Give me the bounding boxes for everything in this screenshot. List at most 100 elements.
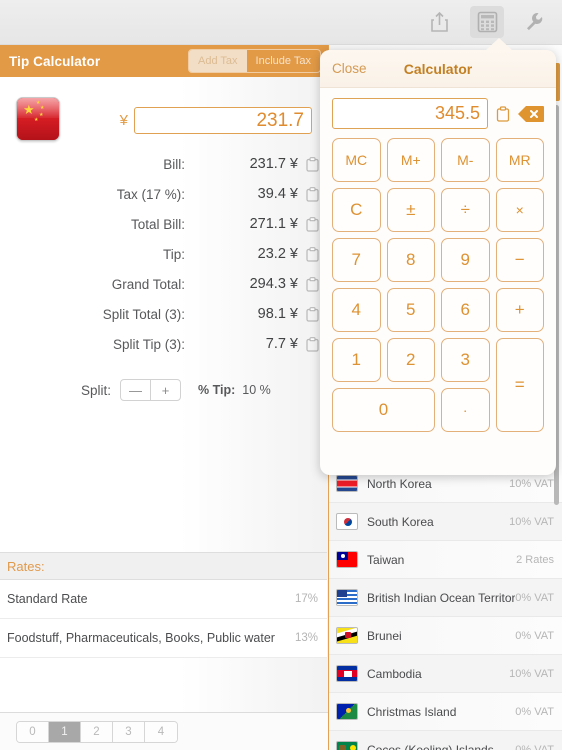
- key-memory-clear[interactable]: MC: [332, 138, 381, 182]
- rate-name: Foodstuff, Pharmaceuticals, Books, Publi…: [7, 631, 275, 645]
- calculator-icon: [477, 11, 498, 33]
- key-memory-subtract[interactable]: M-: [441, 138, 490, 182]
- row-label: Split Total (3):: [102, 306, 185, 322]
- key-digit-3[interactable]: 3: [441, 338, 490, 382]
- close-button[interactable]: Close: [332, 61, 367, 76]
- key-digit-1[interactable]: 1: [332, 338, 381, 382]
- split-controls-row: Split: — + % Tip: 10 %: [0, 379, 328, 401]
- clipboard-icon[interactable]: [306, 246, 319, 262]
- split-stepper[interactable]: — +: [120, 379, 181, 401]
- key-digit-2[interactable]: 2: [386, 338, 435, 382]
- list-item[interactable]: Christmas Island 0% VAT: [329, 693, 562, 731]
- calculator-body: 345.5 MC M+ M- MR C ± ÷ × 7 8 9 − 4 5 6 …: [320, 88, 556, 432]
- key-memory-recall[interactable]: MR: [495, 138, 544, 182]
- row-label: Tip:: [162, 246, 185, 262]
- country-vat: 2 Rates: [516, 553, 554, 566]
- list-item[interactable]: Standard Rate 17%: [0, 580, 327, 619]
- segment-4[interactable]: 4: [145, 721, 177, 742]
- segment-0[interactable]: 0: [17, 721, 49, 742]
- key-equals[interactable]: =: [495, 338, 544, 432]
- settings-button[interactable]: [518, 6, 552, 38]
- list-item[interactable]: Brunei 0% VAT: [329, 617, 562, 655]
- clipboard-icon[interactable]: [306, 306, 319, 322]
- list-item[interactable]: Cocos (Keeling) Islands 0% VAT: [329, 731, 562, 750]
- tax-mode-add-tax[interactable]: Add Tax: [188, 50, 247, 72]
- key-decimal-point[interactable]: ·: [441, 388, 490, 432]
- biot-flag-icon: [336, 589, 358, 606]
- key-digit-7[interactable]: 7: [332, 238, 381, 282]
- segment-1[interactable]: 1: [49, 721, 81, 742]
- key-add[interactable]: +: [495, 288, 544, 332]
- list-item[interactable]: British Indian Ocean Territory 0% VAT: [329, 579, 562, 617]
- segment-2[interactable]: 2: [81, 721, 113, 742]
- row-value: 294.3 ¥: [249, 276, 298, 292]
- row-label: Total Bill:: [130, 216, 185, 232]
- country-vat: 10% VAT: [509, 477, 554, 490]
- key-memory-add[interactable]: M+: [386, 138, 435, 182]
- split-decrement-button[interactable]: —: [121, 380, 150, 400]
- row-value: 39.4 ¥: [257, 186, 298, 202]
- wrench-icon: [524, 11, 546, 33]
- key-sign-toggle[interactable]: ±: [386, 188, 435, 232]
- key-divide[interactable]: ÷: [441, 188, 490, 232]
- clipboard-icon[interactable]: [306, 216, 319, 232]
- calculator-display[interactable]: 345.5: [332, 98, 488, 129]
- clipboard-icon[interactable]: [496, 105, 510, 122]
- taiwan-flag-icon: [336, 551, 358, 568]
- country-vat: 0% VAT: [515, 629, 554, 642]
- list-item[interactable]: South Korea 10% VAT: [329, 503, 562, 541]
- key-digit-6[interactable]: 6: [441, 288, 490, 332]
- backspace-button[interactable]: [518, 105, 544, 123]
- bill-amount-input[interactable]: 231.7: [134, 107, 312, 134]
- country-vat: 0% VAT: [515, 705, 554, 718]
- bottom-bar: 0 1 2 3 4: [0, 712, 328, 750]
- tip-percent-label: % Tip:: [198, 383, 236, 397]
- table-row: Split Tip (3): 7.7 ¥: [0, 329, 328, 359]
- share-button[interactable]: [422, 6, 456, 38]
- table-row: Bill: 231.7 ¥: [0, 149, 328, 179]
- calculator-keypad: MC M+ M- MR C ± ÷ × 7 8 9 − 4 5 6 + 1 2 …: [332, 138, 544, 432]
- tip-percent-value[interactable]: 10 %: [242, 383, 271, 397]
- row-label: Bill:: [163, 156, 185, 172]
- row-value: 98.1 ¥: [257, 306, 298, 322]
- key-digit-4[interactable]: 4: [332, 288, 381, 332]
- country-name: Cocos (Keeling) Islands: [367, 742, 494, 750]
- clipboard-icon[interactable]: [306, 156, 319, 172]
- row-value: 7.7 ¥: [265, 336, 298, 352]
- calculator-popover: Close Calculator 345.5 MC M+ M- MR C ± ÷…: [320, 50, 556, 475]
- calculator-display-row: 345.5: [332, 98, 544, 129]
- page-title: Tip Calculator: [9, 53, 101, 69]
- tax-mode-include-tax[interactable]: Include Tax: [247, 50, 320, 72]
- row-label: Split Tip (3):: [112, 336, 185, 352]
- key-multiply[interactable]: ×: [495, 188, 544, 232]
- brunei-flag-icon: [336, 627, 358, 644]
- clipboard-icon[interactable]: [306, 336, 319, 352]
- list-item[interactable]: Taiwan 2 Rates: [329, 541, 562, 579]
- tax-mode-segmented-control[interactable]: Add Tax Include Tax: [187, 49, 321, 73]
- country-name: Taiwan: [367, 552, 405, 567]
- row-label: Grand Total:: [111, 276, 185, 292]
- country-name: South Korea: [367, 514, 434, 529]
- rates-section: Rates: Standard Rate 17% Foodstuff, Phar…: [0, 552, 327, 658]
- rates-header-label: Rates:: [7, 558, 45, 574]
- row-label: Tax (17 %):: [116, 186, 185, 202]
- country-name: Brunei: [367, 628, 402, 643]
- decimal-places-segmented-control[interactable]: 0 1 2 3 4: [16, 720, 178, 743]
- key-subtract[interactable]: −: [495, 238, 544, 282]
- split-increment-button[interactable]: +: [151, 380, 180, 400]
- rate-percent: 17%: [294, 593, 318, 605]
- segment-3[interactable]: 3: [113, 721, 145, 742]
- key-digit-8[interactable]: 8: [386, 238, 435, 282]
- list-item[interactable]: Foodstuff, Pharmaceuticals, Books, Publi…: [0, 619, 327, 658]
- key-digit-0[interactable]: 0: [332, 388, 435, 432]
- clipboard-icon[interactable]: [306, 276, 319, 292]
- tip-calculator-header: Tip Calculator Add Tax Include Tax: [0, 45, 328, 77]
- table-row: Tip: 23.2 ¥: [0, 239, 328, 269]
- key-clear[interactable]: C: [332, 188, 381, 232]
- clipboard-icon[interactable]: [306, 186, 319, 202]
- calculator-button[interactable]: [470, 6, 504, 38]
- key-digit-5[interactable]: 5: [386, 288, 435, 332]
- list-item[interactable]: Cambodia 10% VAT: [329, 655, 562, 693]
- key-digit-9[interactable]: 9: [441, 238, 490, 282]
- country-name: Christmas Island: [367, 704, 457, 719]
